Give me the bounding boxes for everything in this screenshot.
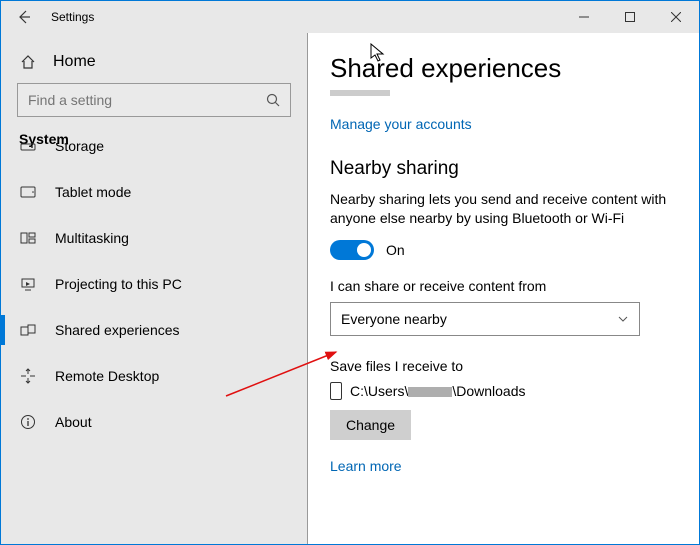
sidebar-item-shared-experiences[interactable]: Shared experiences xyxy=(1,307,307,353)
sidebar-item-label: Storage xyxy=(55,143,104,154)
sidebar-home-label: Home xyxy=(53,53,96,71)
search-icon xyxy=(266,93,280,107)
section-heading-nearby: Nearby sharing xyxy=(330,158,677,180)
progress-placeholder xyxy=(330,90,390,96)
learn-more-link[interactable]: Learn more xyxy=(330,458,402,474)
redacted-username xyxy=(408,387,452,397)
sidebar-item-label: Tablet mode xyxy=(55,184,131,200)
sidebar-item-label: Multitasking xyxy=(55,230,129,246)
save-path-value: C:\Users\\Downloads xyxy=(350,383,526,399)
nearby-description: Nearby sharing lets you send and receive… xyxy=(330,190,670,228)
sidebar-nav: Storage Tablet mode Multitasking Project… xyxy=(1,143,307,445)
share-from-value: Everyone nearby xyxy=(341,311,447,327)
sidebar: Home System Storage Tablet mode Multit xyxy=(1,33,308,544)
toggle-state-label: On xyxy=(386,242,405,258)
back-button[interactable] xyxy=(1,1,47,33)
close-button[interactable] xyxy=(653,1,699,33)
share-from-label: I can share or receive content from xyxy=(330,278,677,294)
save-files-label: Save files I receive to xyxy=(330,358,677,374)
multitasking-icon xyxy=(19,230,37,246)
file-icon xyxy=(330,382,342,400)
sidebar-item-projecting[interactable]: Projecting to this PC xyxy=(1,261,307,307)
sidebar-item-storage[interactable]: Storage xyxy=(1,143,307,169)
maximize-button[interactable] xyxy=(607,1,653,33)
content-pane: Shared experiences Manage your accounts … xyxy=(308,33,699,544)
window-title: Settings xyxy=(51,10,94,24)
minimize-button[interactable] xyxy=(561,1,607,33)
chevron-down-icon xyxy=(617,313,629,325)
sidebar-item-label: Shared experiences xyxy=(55,322,180,338)
nearby-sharing-toggle[interactable] xyxy=(330,240,374,260)
sidebar-item-multitasking[interactable]: Multitasking xyxy=(1,215,307,261)
tablet-icon xyxy=(19,184,37,200)
sidebar-item-remote-desktop[interactable]: Remote Desktop xyxy=(1,353,307,399)
search-field[interactable] xyxy=(28,92,266,108)
home-icon xyxy=(19,54,37,70)
about-icon xyxy=(19,414,37,430)
sidebar-home[interactable]: Home xyxy=(1,41,307,83)
sidebar-item-tablet-mode[interactable]: Tablet mode xyxy=(1,169,307,215)
page-title: Shared experiences xyxy=(330,53,677,84)
sidebar-item-label: Projecting to this PC xyxy=(55,276,182,292)
change-button[interactable]: Change xyxy=(330,410,411,440)
sidebar-item-label: Remote Desktop xyxy=(55,368,159,384)
manage-accounts-link[interactable]: Manage your accounts xyxy=(330,116,472,132)
sidebar-item-about[interactable]: About xyxy=(1,399,307,445)
search-input[interactable] xyxy=(17,83,291,117)
save-path-row: C:\Users\\Downloads xyxy=(330,382,677,400)
shared-experiences-icon xyxy=(19,322,37,338)
storage-icon xyxy=(19,143,37,154)
share-from-select[interactable]: Everyone nearby xyxy=(330,302,640,336)
sidebar-item-label: About xyxy=(55,414,92,430)
projecting-icon xyxy=(19,276,37,292)
remote-desktop-icon xyxy=(19,368,37,384)
